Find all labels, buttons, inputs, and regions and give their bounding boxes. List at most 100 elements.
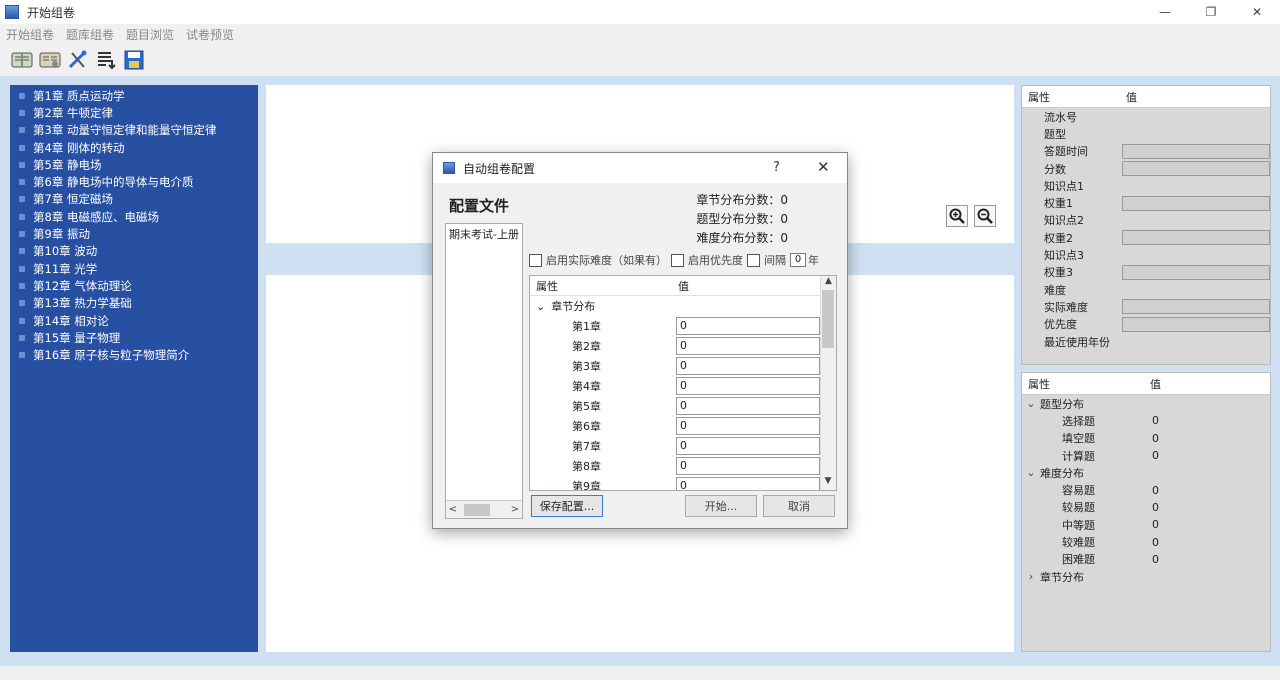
stat-row[interactable]: 计算题 0 [1022,447,1270,464]
property-value[interactable] [1122,195,1270,211]
save-icon[interactable] [122,48,146,72]
chapter-item[interactable]: 第2章 牛顿定律 [10,104,258,121]
property-row[interactable]: 分数 [1022,160,1270,177]
property-row[interactable]: 流水号 [1022,108,1270,125]
chapter-item[interactable]: 第8章 电磁感应、电磁场 [10,208,258,225]
horizontal-scrollbar[interactable]: < > [446,500,522,518]
dialog-close-button[interactable]: ✕ [817,158,830,176]
chapter-score-input[interactable]: 0 [676,477,820,490]
zoom-in-icon[interactable] [946,205,968,227]
chapter-item[interactable]: 第6章 静电场中的导体与电介质 [10,173,258,190]
stat-group-row[interactable]: › 章节分布 [1022,568,1270,585]
save-config-button[interactable]: 保存配置... [531,495,603,517]
property-row[interactable]: 优先度 [1022,316,1270,333]
chapter-item[interactable]: 第16章 原子核与粒子物理简介 [10,346,258,363]
maximize-button[interactable]: ❐ [1188,0,1234,24]
book-edit-icon[interactable] [10,48,34,72]
chapter-item[interactable]: 第5章 静电场 [10,156,258,173]
property-row[interactable]: 难度 [1022,281,1270,298]
chapter-item[interactable]: 第10章 波动 [10,243,258,260]
menu-browse-questions[interactable]: 题目浏览 [126,26,174,43]
stat-row[interactable]: 中等题 0 [1022,516,1270,533]
list-icon[interactable] [94,48,118,72]
stat-row[interactable]: 容易题 0 [1022,481,1270,498]
scroll-left-icon[interactable]: < [446,504,460,515]
vertical-scrollbar[interactable]: ▲ ▼ [820,276,836,490]
chapter-score-input[interactable]: 0 [676,457,820,475]
chapter-item[interactable]: 第1章 质点运动学 [10,87,258,104]
property-value[interactable] [1122,264,1270,280]
scroll-thumb[interactable] [464,503,490,516]
stat-row[interactable]: 填空题 0 [1022,430,1270,447]
property-value[interactable] [1122,143,1270,159]
property-row[interactable]: 知识点3 [1022,246,1270,263]
scroll-up-icon[interactable]: ▲ [821,276,836,290]
config-file-list[interactable]: 期末考试-上册 < > [445,223,523,519]
zoom-out-icon[interactable] [974,205,996,227]
actual-difficulty-checkbox[interactable] [529,253,542,267]
expand-caret-icon[interactable]: › [1022,570,1040,583]
start-button[interactable]: 开始... [685,495,757,517]
close-window-button[interactable]: ✕ [1234,0,1280,24]
chapter-item[interactable]: 第12章 气体动理论 [10,277,258,294]
property-row[interactable]: 答题时间 [1022,143,1270,160]
help-button[interactable]: ? [773,160,780,175]
property-value[interactable] [1122,161,1270,177]
menu-start-paper[interactable]: 开始组卷 [6,26,54,43]
property-row[interactable]: 知识点1 [1022,177,1270,194]
chapter-item[interactable]: 第15章 量子物理 [10,329,258,346]
menu-bank-paper[interactable]: 题库组卷 [66,26,114,43]
chapter-item[interactable]: 第9章 振动 [10,225,258,242]
stat-row[interactable]: 较难题 0 [1022,533,1270,550]
priority-checkbox[interactable] [671,253,684,267]
book-open-icon[interactable] [38,48,62,72]
scroll-right-icon[interactable]: > [508,504,522,515]
tools-icon[interactable] [66,48,90,72]
chapter-score-input[interactable]: 0 [676,417,820,435]
score-stats: 章节分布分数：0 题型分布分数：0 难度分布分数：0 [628,191,788,248]
cancel-button[interactable]: 取消 [763,495,835,517]
config-file-item[interactable]: 期末考试-上册 [446,224,522,244]
interval-label: 间隔 [764,254,786,267]
property-row[interactable]: 实际难度 [1022,298,1270,315]
scroll-down-icon[interactable]: ▼ [821,476,835,490]
property-label: 知识点1 [1044,179,1084,193]
chapter-item[interactable]: 第4章 刚体的转动 [10,139,258,156]
property-row[interactable]: 权重1 [1022,194,1270,211]
chapter-score-input[interactable]: 0 [676,337,820,355]
actual-difficulty-label: 启用实际难度（如果有） [546,254,667,267]
chapter-score-input[interactable]: 0 [676,357,820,375]
stat-group-row[interactable]: ⌄ 难度分布 [1022,464,1270,481]
chapter-score-input[interactable]: 0 [676,397,820,415]
scroll-thumb[interactable] [822,290,834,348]
stat-row[interactable]: 困难题 0 [1022,551,1270,568]
stat-row[interactable]: 较易题 0 [1022,499,1270,516]
chapter-item[interactable]: 第14章 相对论 [10,312,258,329]
chapter-item[interactable]: 第7章 恒定磁场 [10,191,258,208]
app-icon [5,5,19,19]
interval-checkbox[interactable] [747,253,760,267]
chapter-item[interactable]: 第13章 热力学基础 [10,295,258,312]
property-value[interactable] [1122,299,1270,315]
property-value[interactable] [1122,316,1270,332]
chapter-item[interactable]: 第11章 光学 [10,260,258,277]
chapter-item[interactable]: 第3章 动量守恒定律和能量守恒定律 [10,122,258,139]
chapter-group-row[interactable]: ⌄ 章节分布 [530,296,836,316]
chapter-score-input[interactable]: 0 [676,437,820,455]
property-row[interactable]: 权重2 [1022,229,1270,246]
expand-caret-icon[interactable]: ⌄ [1022,466,1040,479]
expand-caret-icon[interactable]: ⌄ [1022,397,1040,410]
stat-group-row[interactable]: ⌄ 题型分布 [1022,395,1270,412]
property-row[interactable]: 最近使用年份 [1022,333,1270,350]
property-value[interactable] [1122,230,1270,246]
interval-input[interactable]: 0 [790,253,806,267]
stat-row[interactable]: 选择题 0 [1022,412,1270,429]
chapter-score-input[interactable]: 0 [676,377,820,395]
property-row[interactable]: 权重3 [1022,264,1270,281]
property-row[interactable]: 知识点2 [1022,212,1270,229]
minimize-button[interactable]: — [1142,0,1188,24]
menu-preview-paper[interactable]: 试卷预览 [186,26,234,43]
chapter-score-label: 第8章 [572,460,601,473]
property-row[interactable]: 题型 [1022,125,1270,142]
chapter-score-input[interactable]: 0 [676,317,820,335]
